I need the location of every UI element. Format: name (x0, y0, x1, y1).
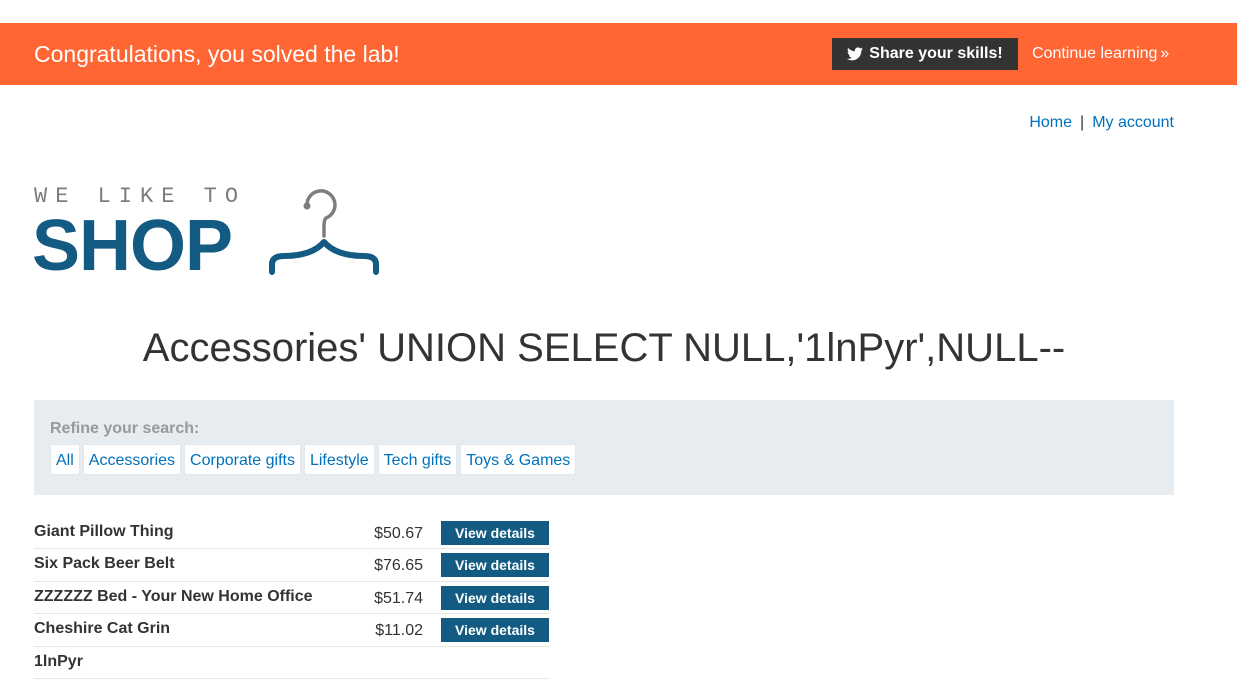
filter-all[interactable]: All (50, 444, 80, 475)
product-price: $51.74 (374, 589, 423, 607)
logo-shop-text: SHOP (32, 206, 233, 286)
filter-lifestyle[interactable]: Lifestyle (303, 444, 375, 475)
banner-message: Congratulations, you solved the lab! (34, 41, 400, 67)
lab-solved-banner: Congratulations, you solved the lab! Sha… (0, 23, 1237, 85)
product-price: $11.02 (375, 622, 423, 639)
table-row: Six Pack Beer Belt $76.65 View details (34, 549, 549, 582)
refine-label: Refine your search: (50, 420, 200, 437)
continue-learning-label: Continue learning (1032, 45, 1158, 62)
view-details-button[interactable]: View details (441, 553, 549, 577)
filter-toys-games[interactable]: Toys & Games (460, 444, 577, 475)
double-chevron-right-icon: » (1160, 45, 1170, 62)
filter-corporate-gifts[interactable]: Corporate gifts (184, 444, 301, 475)
product-name: Giant Pillow Thing (34, 523, 174, 540)
shop-logo[interactable]: WE LIKE TO SHOP (32, 184, 386, 286)
product-price: $50.67 (374, 525, 423, 542)
continue-learning-link[interactable]: Continue learning» (1032, 23, 1169, 85)
product-name: Cheshire Cat Grin (34, 620, 171, 637)
table-row: Giant Pillow Thing $50.67 View details (34, 517, 549, 549)
table-row: 1lnPyr (34, 647, 549, 679)
view-details-button[interactable]: View details (441, 618, 549, 642)
refine-search-panel: Refine your search: All Accessories Corp… (34, 400, 1174, 495)
table-row: ZZZZZZ Bed - Your New Home Office $51.74… (34, 582, 549, 614)
category-filters: All Accessories Corporate gifts Lifestyl… (50, 444, 579, 475)
filter-accessories[interactable]: Accessories (82, 444, 182, 475)
share-skills-button[interactable]: Share your skills! (832, 38, 1018, 70)
filter-tech-gifts[interactable]: Tech gifts (377, 444, 458, 475)
product-table: Giant Pillow Thing $50.67 View details S… (34, 517, 549, 679)
home-link[interactable]: Home (1029, 114, 1072, 131)
product-price: $76.65 (374, 557, 423, 574)
my-account-link[interactable]: My account (1092, 114, 1174, 131)
twitter-icon (847, 47, 864, 61)
view-details-button[interactable]: View details (441, 585, 549, 610)
view-details-button[interactable]: View details (441, 521, 549, 545)
top-nav: Home | My account (1029, 114, 1174, 132)
nav-separator: | (1080, 114, 1085, 131)
product-name: Six Pack Beer Belt (34, 555, 175, 572)
page-title: Accessories' UNION SELECT NULL,'1lnPyr',… (142, 326, 1066, 370)
table-row: Cheshire Cat Grin $11.02 View details (34, 614, 549, 647)
share-skills-label: Share your skills! (869, 45, 1003, 62)
product-name: ZZZZZZ Bed - Your New Home Office (34, 587, 313, 605)
product-name: 1lnPyr (34, 652, 83, 670)
hanger-icon (264, 186, 386, 283)
